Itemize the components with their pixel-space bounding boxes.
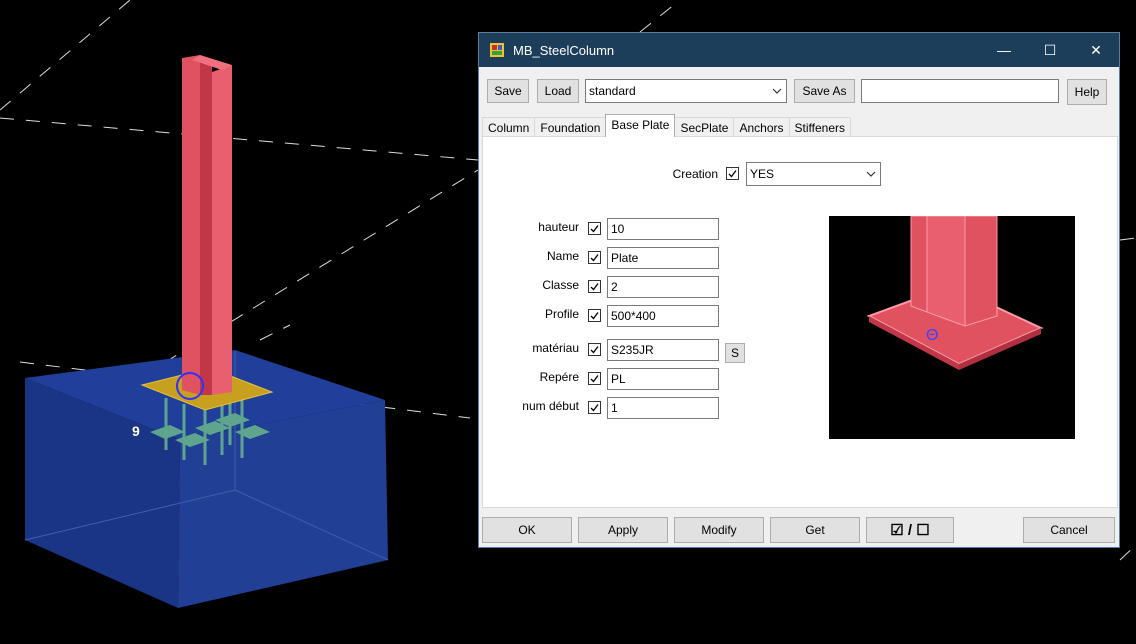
save-as-button[interactable]: Save As — [794, 79, 855, 103]
field-label-profile: Profile — [544, 307, 579, 321]
preset-value: standard — [589, 84, 636, 98]
cancel-button[interactable]: Cancel — [1023, 517, 1115, 543]
save-as-name-input[interactable] — [861, 79, 1059, 103]
field-input-classe[interactable]: 2 — [607, 276, 719, 298]
field-input-name[interactable]: Plate — [607, 247, 719, 269]
base-plate-preview: Θ — [829, 215, 1075, 439]
steel-column-dialog[interactable]: MB_SteelColumn — ☐ ✕ Save Load standard … — [478, 32, 1120, 548]
base-plate-panel: Creation YES hauteur 10 Name Plate Classe 2 Pr… — [482, 136, 1118, 508]
creation-value: YES — [750, 167, 775, 181]
tab-foundation[interactable]: Foundation — [534, 117, 607, 137]
creation-checkbox[interactable] — [726, 167, 739, 180]
field-checkbox-classe[interactable] — [588, 280, 601, 293]
field-input-rep-re[interactable]: PL — [607, 368, 719, 390]
field-label-hauteur: hauteur — [538, 220, 579, 234]
tab-anchors[interactable]: Anchors — [733, 117, 790, 137]
field-label-num-d-but: num début — [522, 399, 579, 413]
field-label-rep-re: Repére — [539, 370, 579, 384]
modify-button[interactable]: Modify — [674, 517, 764, 543]
field-label-name: Name — [546, 249, 579, 263]
dialog-title: MB_SteelColumn — [513, 42, 615, 58]
field-label-mat-riau: matériau — [532, 341, 579, 355]
save-button[interactable]: Save — [487, 79, 529, 103]
apply-button[interactable]: Apply — [578, 517, 668, 543]
chevron-down-icon — [862, 171, 880, 177]
field-checkbox-hauteur[interactable] — [588, 222, 601, 235]
field-label-classe: Classe — [542, 278, 579, 292]
creation-combo[interactable]: YES — [746, 162, 881, 186]
viewport-annotation: 9 — [132, 423, 140, 439]
close-button[interactable]: ✕ — [1073, 33, 1119, 67]
minimize-button[interactable]: — — [981, 33, 1027, 67]
tab-strip: Column Foundation Base Plate SecPlate An… — [482, 114, 851, 137]
title-bar[interactable]: MB_SteelColumn — ☐ ✕ — [479, 33, 1119, 67]
field-checkbox-rep-re[interactable] — [588, 372, 601, 385]
tab-secplate[interactable]: SecPlate — [674, 117, 735, 137]
field-checkbox-mat-riau[interactable] — [588, 343, 601, 356]
help-button[interactable]: Help — [1067, 79, 1107, 105]
preset-combo[interactable]: standard — [585, 79, 787, 103]
field-checkbox-num-d-but[interactable] — [588, 401, 601, 414]
field-input-hauteur[interactable]: 10 — [607, 218, 719, 240]
steel-column-3d — [182, 55, 232, 395]
tab-base-plate[interactable]: Base Plate — [605, 114, 676, 137]
svg-text:Θ: Θ — [926, 327, 938, 344]
get-button[interactable]: Get — [770, 517, 860, 543]
toggle-all-checkboxes-button[interactable]: ☑ / ☐ — [866, 517, 954, 543]
tab-stiffeners[interactable]: Stiffeners — [788, 117, 851, 137]
tab-column[interactable]: Column — [482, 117, 536, 137]
chevron-down-icon — [768, 88, 786, 94]
field-input-profile[interactable]: 500*400 — [607, 305, 719, 327]
maximize-button[interactable]: ☐ — [1027, 33, 1073, 67]
field-checkbox-name[interactable] — [588, 251, 601, 264]
ok-button[interactable]: OK — [482, 517, 572, 543]
field-checkbox-profile[interactable] — [588, 309, 601, 322]
field-input-num-d-but[interactable]: 1 — [607, 397, 719, 419]
field-input-mat-riau[interactable]: S235JR — [607, 339, 719, 361]
preview-drawing: Θ — [866, 215, 1044, 370]
creation-label: Creation — [672, 167, 718, 181]
load-button[interactable]: Load — [537, 79, 579, 103]
app-icon — [490, 43, 504, 57]
material-select-button[interactable]: S — [725, 343, 745, 363]
